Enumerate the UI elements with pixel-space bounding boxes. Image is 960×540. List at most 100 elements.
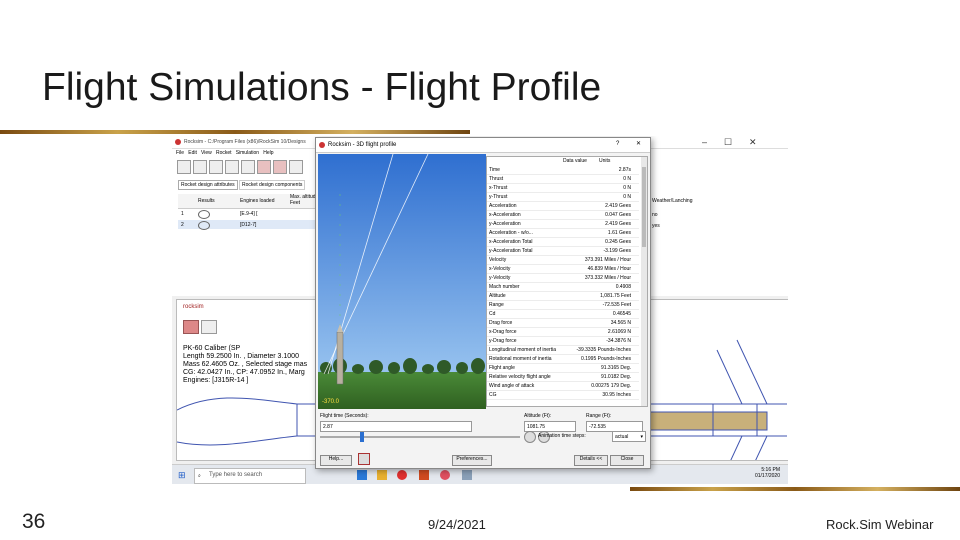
data-row: Velocity 373.391 Miles / Hour (487, 256, 639, 265)
tab-rocket-design-attributes[interactable]: Rocket design attributes (178, 180, 238, 190)
main-toolbar (176, 158, 316, 176)
table-scrollbar[interactable] (641, 157, 647, 406)
data-row-value: 30.95 Inches (602, 392, 631, 398)
data-row-value: 0.1995 Pounds-Inches (580, 356, 631, 362)
task-view-icon[interactable] (357, 470, 367, 480)
copy-icon[interactable] (241, 160, 255, 174)
menu-file[interactable]: File (176, 150, 184, 156)
data-row: Rotational moment of inertia 0.1995 Pound… (487, 355, 639, 364)
print-icon[interactable] (225, 160, 239, 174)
range-value: -72.535 (589, 424, 606, 430)
data-row: Altitude 1,081.75 Feet (487, 292, 639, 301)
data-row-value: 46.839 Miles / Hour (587, 266, 631, 272)
rocksim-task-icon[interactable] (440, 470, 450, 480)
anim-speed-label: Animation time steps: (538, 433, 586, 439)
header-results: Results (198, 198, 215, 204)
close-dialog-button[interactable]: Close (610, 455, 644, 466)
data-row-value: 91.0182 Deg. (600, 374, 631, 380)
data-row-label: Acceleration - w/o... (489, 230, 533, 236)
rocket-tool-icon[interactable] (257, 160, 271, 174)
taskbar-search-box[interactable]: ⌕ Type here to search (194, 468, 306, 484)
menu-help[interactable]: Help (263, 150, 273, 156)
slide-number: 36 (22, 510, 46, 533)
details-button[interactable]: Details << (574, 455, 608, 466)
dialog-controls: Flight time (Seconds): 2.87 Altitude (Ft… (316, 409, 650, 467)
anim-speed-select[interactable]: actual ▾ (612, 431, 646, 442)
data-row: x-Drag force 2.61069 N (487, 328, 639, 337)
close-button[interactable]: ✕ (749, 137, 757, 148)
flight-data-table: Data value Units Time 2.87s Thrust 0 Nx-Thr… (486, 156, 648, 407)
preferences-button[interactable]: Preferences... (452, 455, 492, 466)
data-row-value: 0.047 Gees (605, 212, 631, 218)
tab-rocket-design-components[interactable]: Rocket design components (239, 180, 306, 190)
flight-3d-scene: -370.0 (318, 154, 486, 409)
motor-mount (646, 411, 768, 431)
data-row: x-Thrust 0 N (487, 184, 639, 193)
row-engines: [D12-7] (240, 222, 257, 228)
data-row-value: 91.3165 Deg. (600, 365, 631, 371)
time-slider-thumb[interactable] (360, 432, 364, 442)
data-row-value: 0.00275 179 Deg. (591, 383, 631, 389)
anim-speed-value: actual (615, 434, 629, 440)
maximize-button[interactable]: ☐ (724, 137, 732, 148)
table-row[interactable]: 2 [D12-7] (178, 220, 318, 230)
data-row-value: 373.391 Miles / Hour (584, 257, 631, 263)
windows-start-icon[interactable]: ⊞ (178, 470, 186, 481)
dialog-title: Rocksim - 3D flight profile (328, 142, 397, 148)
launch-rocket (336, 331, 344, 385)
data-row: Range -72.535 Feet (487, 301, 639, 310)
powerpoint-icon[interactable] (419, 470, 429, 480)
preferences-button-label: Preferences... (456, 456, 488, 462)
data-row-value: 1,081.75 Feet (600, 293, 631, 299)
rocket-info-box: PK-60 Caliber (SP Length 59.2500 In. , D… (183, 345, 313, 393)
data-row: y-Acceleration Total -3.199 Gees (487, 247, 639, 256)
range-label: Range (Ft): (586, 413, 612, 419)
row-number: 2 (181, 222, 184, 228)
app-icon (175, 139, 181, 145)
menu-rocket[interactable]: Rocket (216, 150, 232, 156)
data-row-value: 2.61069 N (607, 329, 631, 335)
flight-time-field[interactable]: 2.87 (320, 421, 472, 432)
table-row[interactable]: 1 [E.9-4] [ (178, 209, 318, 219)
main-tabs: Rocket design attributes Rocket design c… (178, 180, 306, 190)
menu-view[interactable]: View (201, 150, 212, 156)
data-row-label: Thrust (489, 176, 504, 182)
pause-icon[interactable] (524, 431, 536, 443)
data-row-value: 1.61 Gees (607, 230, 631, 236)
browser-icon[interactable] (397, 470, 407, 480)
minimize-button[interactable]: – (702, 137, 707, 147)
decorative-bar-top (0, 130, 470, 134)
tools-icon[interactable] (358, 453, 370, 465)
app-task-icon[interactable] (462, 470, 472, 480)
menu-edit[interactable]: Edit (188, 150, 197, 156)
time-slider-track[interactable] (320, 436, 520, 438)
data-row-label: x-Thrust (489, 185, 508, 191)
scrollbar-thumb[interactable] (642, 167, 646, 247)
data-row: y-Drag force -34.3876 N (487, 337, 639, 346)
altitude-label: Altitude (Ft): (524, 413, 552, 419)
altitude-readout: -370.0 (322, 399, 340, 405)
file-explorer-icon[interactable] (377, 470, 387, 480)
grid-tool-icon[interactable] (289, 160, 303, 174)
data-row: x-Acceleration 0.047 Gees (487, 211, 639, 220)
help-button[interactable]: Help... (320, 455, 352, 466)
data-row-value: 34.565 N (610, 320, 631, 326)
menu-simulation[interactable]: Simulation (236, 150, 259, 156)
help-icon[interactable]: ? (616, 141, 619, 148)
altitude-value: 1081.75 (527, 424, 546, 430)
close-icon[interactable]: ✕ (636, 141, 641, 148)
save-icon[interactable] (209, 160, 223, 174)
data-row-value: -72.535 Feet (602, 302, 631, 308)
launch-tool-icon[interactable] (273, 160, 287, 174)
open-file-icon[interactable] (193, 160, 207, 174)
info-line: Length 59.2500 In. , Diameter 3.1000 (183, 353, 299, 360)
footer-name: Rock.Sim Webinar (826, 517, 934, 532)
flight-time-value: 2.87 (323, 424, 333, 430)
header-engines-loaded: Engines loaded (240, 198, 275, 204)
app-icon (319, 142, 325, 148)
new-file-icon[interactable] (177, 160, 191, 174)
rocket-result-icon (198, 221, 210, 230)
column-header-units: Units (599, 158, 611, 164)
search-icon: ⌕ (198, 473, 201, 479)
slide-title: Flight Simulations - Flight Profile (42, 66, 602, 109)
